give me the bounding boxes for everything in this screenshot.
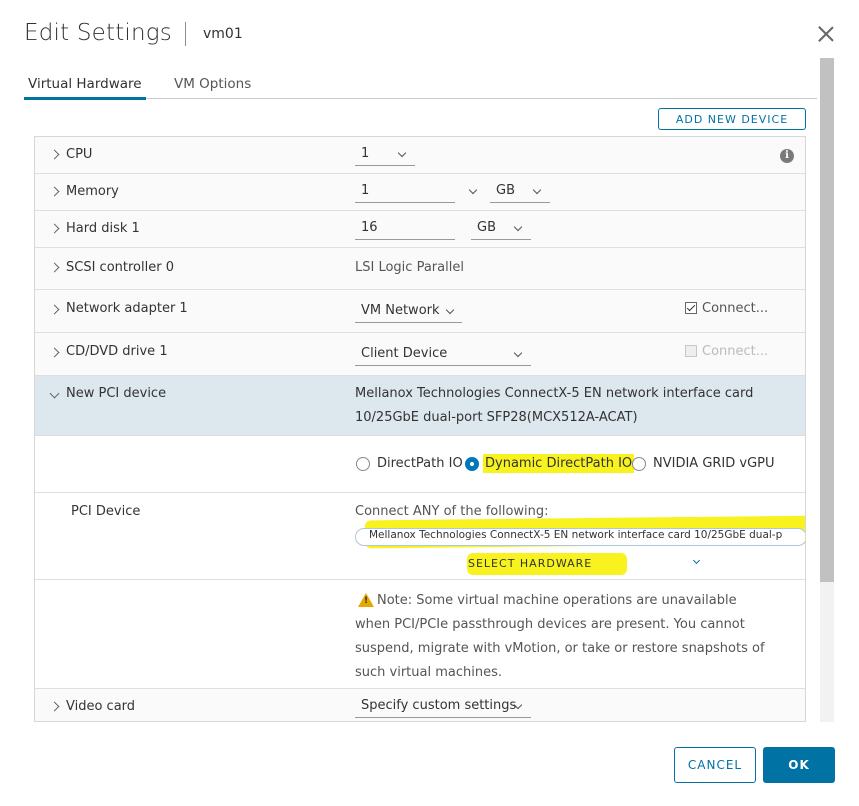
memory-unit: GB <box>496 183 515 198</box>
memory-input[interactable]: 1 <box>355 182 455 203</box>
chevron-down-icon <box>397 148 407 158</box>
hard-disk-unit-select[interactable]: GB <box>471 219 531 240</box>
network-label: Network adapter 1 <box>66 301 188 316</box>
pci-device-label: PCI Device <box>71 504 141 519</box>
hardware-row-cpu: CPU 1 i <box>35 137 805 174</box>
memory-unit-select[interactable]: GB <box>490 182 550 203</box>
collapse-chevron-icon[interactable] <box>49 388 60 399</box>
info-icon[interactable]: i <box>780 149 794 163</box>
radio-directpath-io[interactable] <box>356 457 370 471</box>
radio-label-nvidia-grid-vgpu[interactable]: NVIDIA GRID vGPU <box>653 456 775 471</box>
chevron-down-icon <box>513 222 523 232</box>
radio-label-dynamic-directpath-io[interactable]: Dynamic DirectPath IO <box>483 454 635 473</box>
cpu-value: 1 <box>361 146 370 161</box>
chevron-down-icon <box>513 348 523 358</box>
tab-virtual-hardware[interactable]: Virtual Hardware <box>24 76 146 100</box>
hardware-row-cdrom: CD/DVD drive 1 Client Device Connect... <box>35 333 805 376</box>
add-new-device-button[interactable]: ADD NEW DEVICE <box>658 108 806 130</box>
memory-label: Memory <box>66 184 119 199</box>
hardware-row-hard-disk: Hard disk 1 16 GB <box>35 211 805 248</box>
expand-chevron-icon[interactable] <box>49 186 60 197</box>
pci-note-row: ! Note: Some virtual machine operations … <box>35 580 805 689</box>
video-value: Specify custom settings <box>361 698 517 713</box>
cdrom-value: Client Device <box>361 346 448 361</box>
cdrom-label: CD/DVD drive 1 <box>66 344 168 359</box>
hardware-row-pci: New PCI device Mellanox Technologies Con… <box>35 376 805 436</box>
expand-chevron-icon[interactable] <box>49 149 60 160</box>
chevron-down-icon[interactable] <box>468 185 478 195</box>
tab-label: Virtual Hardware <box>28 76 142 92</box>
hardware-row-video: Video card Specify custom settings <box>35 689 805 721</box>
expand-chevron-icon[interactable] <box>49 223 60 234</box>
cpu-label: CPU <box>66 147 93 162</box>
pci-description-line2: 10/25GbE dual-port SFP28(MCX512A-ACAT) <box>355 410 638 425</box>
hard-disk-unit: GB <box>477 220 496 235</box>
title-separator <box>185 22 186 46</box>
close-icon[interactable] <box>815 24 837 46</box>
cpu-select[interactable]: 1 <box>355 145 415 166</box>
pci-device-chip-text: Mellanox Technologies ConnectX-5 EN netw… <box>369 529 783 541</box>
hardware-grid: CPU 1 i Memory 1 GB Hard disk 1 16 GB SC… <box>34 136 806 722</box>
expand-chevron-icon[interactable] <box>49 304 60 315</box>
dialog-title: Edit Settings <box>24 20 172 46</box>
radio-nvidia-grid-vgpu[interactable] <box>632 457 646 471</box>
network-value: VM Network <box>361 303 440 318</box>
pci-note-text: Note: Some virtual machine operations ar… <box>355 593 765 680</box>
scsi-label: SCSI controller 0 <box>66 260 174 275</box>
pci-label: New PCI device <box>66 386 167 401</box>
chevron-down-icon <box>532 185 542 195</box>
expand-chevron-icon[interactable] <box>49 347 60 358</box>
tab-bar: Virtual Hardware VM Options <box>24 70 817 100</box>
pci-io-options-row: DirectPath IO Dynamic DirectPath IO NVID… <box>35 436 805 493</box>
hardware-row-scsi: SCSI controller 0 LSI Logic Parallel <box>35 248 805 290</box>
pci-device-row: PCI Device Connect ANY of the following:… <box>35 493 805 580</box>
video-label: Video card <box>66 699 136 714</box>
ok-button[interactable]: OK <box>763 747 835 783</box>
hard-disk-size-input[interactable]: 16 <box>355 219 455 240</box>
cancel-button[interactable]: CANCEL <box>674 747 756 783</box>
scrollbar-thumb[interactable] <box>820 58 834 582</box>
expand-chevron-icon[interactable] <box>49 262 60 273</box>
radio-label-directpath-io[interactable]: DirectPath IO <box>377 456 463 471</box>
cdrom-connect-label: Connect... <box>702 344 769 359</box>
select-hardware-button[interactable]: SELECT HARDWARE <box>468 557 592 570</box>
cdrom-select[interactable]: Client Device <box>355 345 531 366</box>
tab-label: VM Options <box>174 76 252 92</box>
memory-value: 1 <box>361 183 370 198</box>
active-tab-underline <box>24 97 146 100</box>
network-select[interactable]: VM Network <box>355 302 462 323</box>
tab-vm-options[interactable]: VM Options <box>174 76 251 92</box>
video-select[interactable]: Specify custom settings <box>355 697 531 718</box>
scsi-value: LSI Logic Parallel <box>355 260 464 275</box>
vm-name: vm01 <box>203 26 243 42</box>
chevron-down-icon <box>445 305 455 315</box>
expand-chevron-icon[interactable] <box>49 701 60 712</box>
network-connect-label: Connect... <box>702 301 769 316</box>
radio-dynamic-directpath-io[interactable] <box>465 457 479 471</box>
hardware-row-memory: Memory 1 GB <box>35 174 805 211</box>
pci-description-line1: Mellanox Technologies ConnectX-5 EN netw… <box>355 386 754 401</box>
connect-any-label: Connect ANY of the following: <box>355 504 549 519</box>
hard-disk-size: 16 <box>361 220 378 235</box>
hard-disk-label: Hard disk 1 <box>66 221 140 236</box>
chevron-down-icon[interactable] <box>692 556 701 565</box>
hardware-row-network: Network adapter 1 VM Network Connect... <box>35 290 805 333</box>
cdrom-connect-checkbox[interactable] <box>685 345 697 357</box>
network-connect-checkbox[interactable] <box>685 302 697 314</box>
